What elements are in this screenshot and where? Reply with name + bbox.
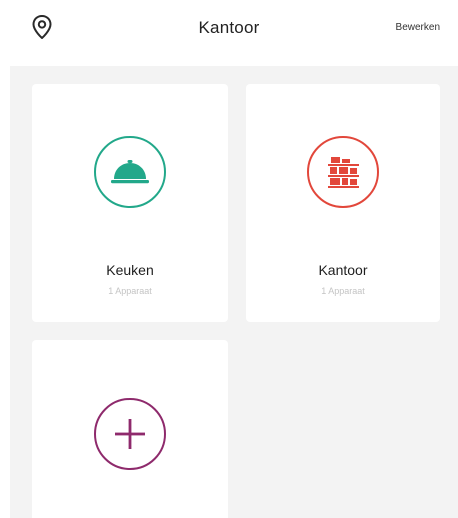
plus-icon bbox=[115, 419, 145, 449]
room-device-count: 1 Apparaat bbox=[108, 286, 152, 296]
room-card-kantoor[interactable]: Kantoor 1 Apparaat bbox=[246, 84, 440, 322]
room-name: Kantoor bbox=[318, 262, 368, 278]
page-title: Kantoor bbox=[198, 18, 260, 37]
office-shelves-icon bbox=[328, 157, 359, 188]
top-bar: Kantoor Bewerken bbox=[0, 0, 458, 62]
room-name: Keuken bbox=[106, 262, 154, 278]
room-device-count: 1 Apparaat bbox=[321, 286, 365, 296]
edit-button[interactable]: Bewerken bbox=[396, 22, 440, 33]
add-room-circle bbox=[94, 398, 166, 470]
room-icon-circle bbox=[307, 136, 379, 208]
rooms-grid: Keuken 1 Apparaat Kantoor 1 Apparaat bbox=[10, 66, 458, 518]
cloche-icon bbox=[111, 160, 149, 184]
room-card-keuken[interactable]: Keuken 1 Apparaat bbox=[32, 84, 228, 322]
room-icon-circle bbox=[94, 136, 166, 208]
app-screen: Kantoor Bewerken Keuken 1 Apparaat Kanto… bbox=[0, 0, 458, 518]
add-room-card[interactable] bbox=[32, 340, 228, 518]
